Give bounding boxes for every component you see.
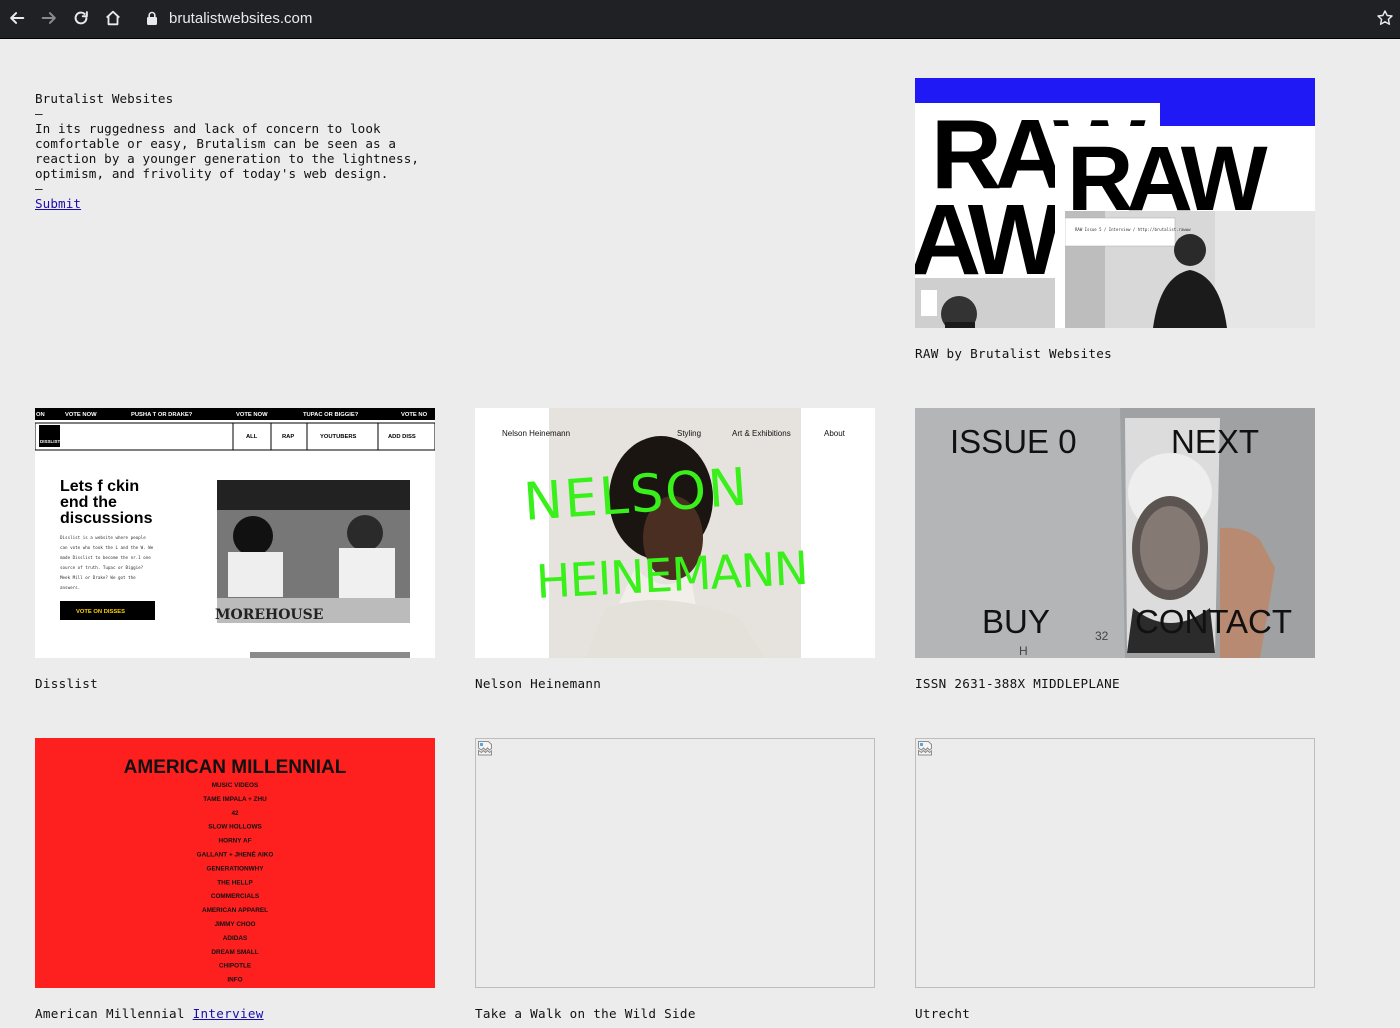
american-menu-item: CHIPOTLE <box>219 963 252 970</box>
disslist-body: Meek Mill or Drake? We got the <box>60 575 136 580</box>
broken-image-icon <box>478 741 492 756</box>
card-take-a-walk: Take a Walk on the Wild Side <box>475 738 875 1021</box>
nelson-nav-item: Styling <box>677 429 701 438</box>
american-menu-item: JIMMY CHOO <box>214 921 255 928</box>
raw-screenshot-image: RAW AW RAW RAW Issue 5 / Interview / htt… <box>915 78 1315 328</box>
american-menu-item: THE HELLP <box>217 879 253 886</box>
back-arrow-icon[interactable] <box>6 7 28 29</box>
nelson-nav-item: Art & Exhibitions <box>732 429 791 438</box>
raw-thumbnail[interactable]: RAW AW RAW RAW Issue 5 / Interview / htt… <box>915 78 1315 328</box>
issn-thumbnail[interactable]: ISSUE 0 NEXT BUY CONTACT 32 H <box>915 408 1315 658</box>
browser-toolbar: brutalistwebsites.com <box>0 0 1400 39</box>
disslist-cta: VOTE ON DISSES <box>76 609 125 615</box>
issn-buy-label: BUY <box>982 603 1050 640</box>
disslist-logo: DISSLIST <box>40 439 61 444</box>
nelson-site-name: Nelson Heinemann <box>502 429 570 438</box>
card-raw: RAW AW RAW RAW Issue 5 / Interview / htt… <box>915 78 1315 361</box>
ticker-item: VOTE NOW <box>236 412 268 418</box>
american-menu-item: 42 <box>231 810 239 817</box>
disslist-menu-item: RAP <box>282 434 294 440</box>
forward-arrow-icon[interactable] <box>38 7 60 29</box>
home-icon[interactable] <box>102 7 124 29</box>
card-caption[interactable]: Disslist <box>35 676 435 691</box>
disslist-photo-text: MOREHOUSE <box>215 607 323 623</box>
divider-dash: — <box>35 181 43 196</box>
american-menu-item: COMMERCIALS <box>211 893 260 900</box>
issn-next-label: NEXT <box>1171 423 1259 460</box>
issn-contact-label: CONTACT <box>1135 603 1292 640</box>
page-content: Brutalist Websites — In its ruggedness a… <box>0 39 1400 1028</box>
card-issn-middleplane: ISSUE 0 NEXT BUY CONTACT 32 H ISSN 2631-… <box>915 408 1315 691</box>
intro-block: Brutalist Websites — In its ruggedness a… <box>35 91 455 211</box>
disslist-headline: Lets f ckin <box>60 478 139 495</box>
address-bar-url[interactable]: brutalistwebsites.com <box>169 9 312 29</box>
card-utrecht: Utrecht <box>915 738 1315 1021</box>
card-nelson-heinemann: Nelson Heinemann Styling Art & Exhibitio… <box>475 408 875 691</box>
raw-small-text: RAW Issue 5 / Interview / http://brutali… <box>1075 227 1191 232</box>
card-caption[interactable]: Take a Walk on the Wild Side <box>475 1006 875 1021</box>
american-menu-item: MUSIC VIDEOS <box>212 782 259 789</box>
american-title: AMERICAN MILLENNIAL <box>124 757 347 778</box>
american-menu-item: GENERATIONWHY <box>206 865 264 872</box>
reload-icon[interactable] <box>70 7 92 29</box>
lock-icon[interactable] <box>146 11 158 25</box>
ticker-item: VOTE NO <box>401 412 428 418</box>
american-menu-item: HORNY AF <box>218 838 251 845</box>
american-menu-item: GALLANT + JHENÉ AIKO <box>197 850 274 859</box>
american-menu-item: INFO <box>227 977 242 984</box>
card-caption[interactable]: RAW by Brutalist Websites <box>915 346 1315 361</box>
card-caption-text[interactable]: American Millennial <box>35 1006 185 1021</box>
card-caption[interactable]: Nelson Heinemann <box>475 676 875 691</box>
disslist-screenshot-image: ON VOTE NOW PUSHA T OR DRAKE? VOTE NOW T… <box>35 408 435 658</box>
star-icon[interactable] <box>1376 9 1394 27</box>
disslist-thumbnail[interactable]: ON VOTE NOW PUSHA T OR DRAKE? VOTE NOW T… <box>35 408 435 658</box>
card-american-millennial: AMERICAN MILLENNIAL MUSIC VIDEOS TAME IMP… <box>35 738 435 1021</box>
card-caption[interactable]: ISSN 2631-388X MIDDLEPLANE <box>915 676 1315 691</box>
disslist-menu-item: ADD DISS <box>388 434 416 440</box>
ticker-item: TUPAC OR BIGGIE? <box>303 412 359 418</box>
ticker-item: ON <box>36 412 45 418</box>
broken-image-placeholder[interactable] <box>915 738 1315 988</box>
issn-letter: H <box>1019 644 1028 658</box>
site-title: Brutalist Websites <box>35 91 174 106</box>
disslist-headline: discussions <box>60 510 153 527</box>
raw-word-front: RAW <box>1067 128 1268 230</box>
issn-issue-label: ISSUE 0 <box>950 423 1077 460</box>
disslist-body: source of truth. Tupac or Biggie? <box>60 565 144 570</box>
ticker-item: VOTE NOW <box>65 412 97 418</box>
interview-link[interactable]: Interview <box>193 1006 264 1021</box>
american-thumbnail[interactable]: AMERICAN MILLENNIAL MUSIC VIDEOS TAME IMP… <box>35 738 435 988</box>
disslist-body: answers. <box>60 585 80 590</box>
disslist-menu-item: YOUTUBERS <box>320 434 357 440</box>
disslist-body: Disslist is a website where people <box>60 535 146 540</box>
card-disslist: ON VOTE NOW PUSHA T OR DRAKE? VOTE NOW T… <box>35 408 435 691</box>
issn-screenshot-image: ISSUE 0 NEXT BUY CONTACT 32 H <box>915 408 1315 658</box>
site-description: In its ruggedness and lack of concern to… <box>35 121 420 181</box>
nelson-screenshot-image: Nelson Heinemann Styling Art & Exhibitio… <box>475 408 875 658</box>
broken-image-icon <box>918 741 932 756</box>
card-caption: American Millennial Interview <box>35 1006 435 1021</box>
ticker-item: PUSHA T OR DRAKE? <box>131 412 193 418</box>
disslist-body: can vote who took the L and the W. We <box>60 545 154 550</box>
american-screenshot-image: AMERICAN MILLENNIAL MUSIC VIDEOS TAME IMP… <box>35 738 435 988</box>
nelson-nav-item: About <box>824 429 846 438</box>
american-menu-item: AMERICAN APPAREL <box>202 907 268 914</box>
card-caption[interactable]: Utrecht <box>915 1006 1315 1021</box>
american-menu-item: TAME IMPALA + ZHU <box>203 796 267 803</box>
disslist-headline: end the <box>60 494 117 511</box>
submit-link[interactable]: Submit <box>35 196 81 211</box>
divider-dash: — <box>35 106 43 121</box>
issn-page-number: 32 <box>1095 629 1109 643</box>
disslist-menu-item: ALL <box>246 434 258 440</box>
disslist-body: made Disslist to become the nr.1 one <box>60 555 151 560</box>
american-menu-item: ADIDAS <box>223 935 248 942</box>
broken-image-placeholder[interactable] <box>475 738 875 988</box>
american-menu-item: SLOW HOLLOWS <box>208 824 262 831</box>
american-menu-item: DREAM SMALL <box>211 949 258 956</box>
nelson-thumbnail[interactable]: Nelson Heinemann Styling Art & Exhibitio… <box>475 408 875 658</box>
